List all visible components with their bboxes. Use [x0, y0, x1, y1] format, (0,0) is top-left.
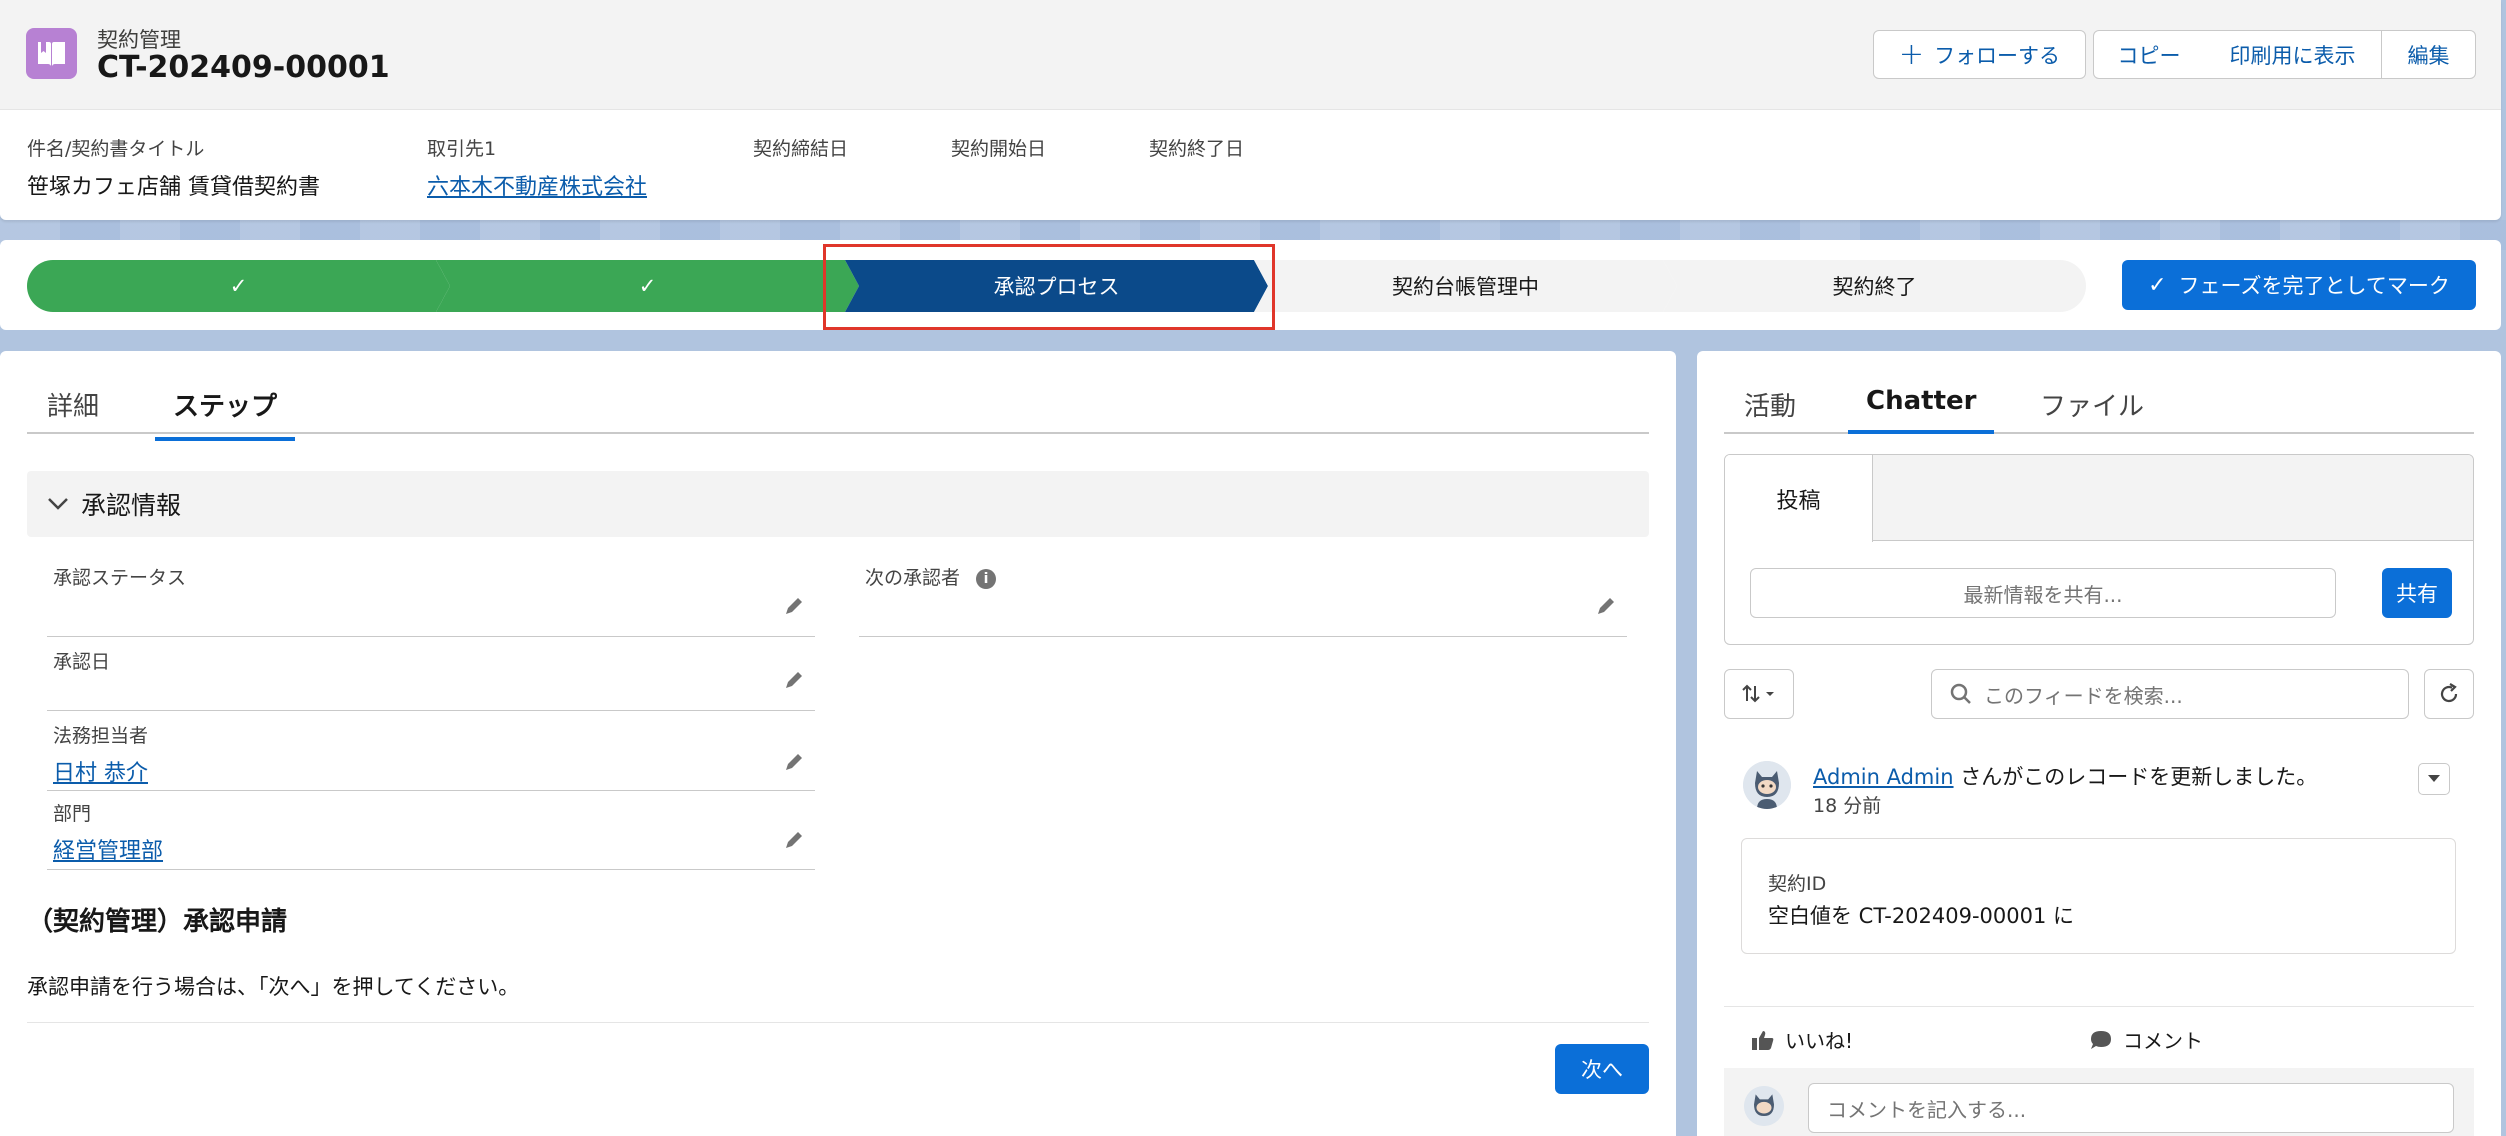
record-header-top: 契約管理 CT-202409-00001 + フォローする コピー 印刷用に表示…	[0, 0, 2501, 110]
field-legal-owner: 法務担当者 日村 恭介	[47, 711, 815, 791]
pencil-icon[interactable]	[783, 595, 805, 617]
pencil-icon[interactable]	[1595, 595, 1617, 617]
activity-panel: 活動 Chatter ファイル 投稿 最新情報を共有... 共有 このフィードを…	[1697, 351, 2501, 1136]
highlight-account-link[interactable]: 六本木不動産株式会社	[427, 169, 647, 201]
field-department: 部門 経営管理部	[47, 791, 815, 870]
refresh-icon	[2440, 683, 2458, 703]
side-tabset: 活動 Chatter ファイル	[1724, 351, 2474, 434]
field-label: 部門	[53, 803, 92, 825]
tab-steps[interactable]: ステップ	[155, 386, 296, 441]
path-stage-contract-end[interactable]: 契約終了	[1663, 260, 2086, 312]
edit-button[interactable]: 編集	[2381, 30, 2476, 79]
mark-stage-complete-button[interactable]: ✓ フェーズを完了としてマーク	[2122, 260, 2476, 310]
path-stage-approval-process[interactable]: 承認プロセス	[845, 260, 1268, 312]
sales-path: ✓ ✓ 承認プロセス 契約台帳管理中 契約終了 ✓ フェーズを完了としてマーク	[0, 240, 2501, 330]
publisher-tab-post[interactable]: 投稿	[1725, 455, 1873, 542]
highlight-end-date-label: 契約終了日	[1149, 138, 1245, 160]
department-link[interactable]: 経営管理部	[53, 833, 163, 865]
book-icon	[26, 28, 77, 79]
field-label-text: 次の承認者	[865, 567, 961, 589]
feed-item-menu-button[interactable]	[2418, 763, 2450, 795]
field-label: 承認ステータス	[53, 567, 187, 589]
highlight-account: 取引先1 六本木不動産株式会社	[427, 134, 647, 201]
comment-input[interactable]: コメントを記入する...	[1808, 1083, 2454, 1133]
path-stage-1[interactable]: ✓	[27, 260, 450, 312]
path-stage-ledger-management[interactable]: 契約台帳管理中	[1254, 260, 1677, 312]
pencil-icon[interactable]	[783, 669, 805, 691]
pencil-icon[interactable]	[783, 829, 805, 851]
tab-files[interactable]: ファイル	[2040, 386, 2144, 437]
main-tabset: 詳細 ステップ	[27, 351, 1649, 441]
tab-details[interactable]: 詳細	[47, 386, 99, 437]
like-label: いいね!	[1785, 1029, 1854, 1053]
chevron-down-icon	[47, 492, 69, 517]
approval-request-title: （契約管理）承認申請	[27, 907, 288, 937]
tracked-change-box: 契約ID 空白値を CT-202409-00001 に	[1741, 838, 2456, 954]
thumbs-up-icon	[1752, 1030, 1774, 1050]
field-label: 次の承認者 i	[865, 563, 997, 590]
info-icon[interactable]: i	[976, 568, 997, 589]
feed-search-input[interactable]: このフィードを検索...	[1931, 669, 2409, 719]
pencil-icon[interactable]	[783, 751, 805, 773]
highlight-title-value: 笹塚カフェ店舗 賃貸借契約書	[27, 175, 320, 200]
refresh-button[interactable]	[2424, 669, 2474, 719]
feed-timestamp[interactable]: 18 分前	[1813, 791, 1881, 818]
feed-search-placeholder: このフィードを検索...	[1984, 683, 2183, 708]
like-button[interactable]: いいね!	[1751, 1025, 1853, 1054]
comment-label: コメント	[2123, 1029, 2203, 1053]
chatter-publisher: 投稿 最新情報を共有... 共有	[1724, 454, 2474, 645]
field-label: 法務担当者	[53, 725, 149, 747]
follow-button[interactable]: + フォローする	[1873, 30, 2086, 79]
field-label: 承認日	[53, 651, 111, 673]
sort-icon	[1742, 684, 1774, 703]
approval-section-title: 承認情報	[81, 491, 182, 520]
search-icon	[1950, 683, 1971, 704]
highlight-title-label: 件名/契約書タイトル	[27, 138, 205, 160]
highlight-start-date-label: 契約開始日	[951, 138, 1047, 160]
check-icon: ✓	[2148, 272, 2167, 298]
field-next-approver: 次の承認者 i	[859, 563, 1627, 637]
highlight-start-date: 契約開始日	[951, 134, 1046, 169]
chevron-down-icon	[2428, 775, 2440, 782]
details-panel: 詳細 ステップ 承認情報 承認ステータス 次の承認者 i 承認日 法務担当者 日村…	[0, 351, 1676, 1136]
divider	[27, 1022, 1649, 1023]
record-header: 契約管理 CT-202409-00001 + フォローする コピー 印刷用に表示…	[0, 0, 2501, 220]
comment-icon	[2091, 1030, 2111, 1049]
field-approval-status: 承認ステータス	[47, 563, 815, 637]
approval-section-header[interactable]: 承認情報	[27, 471, 1649, 537]
highlight-end-date: 契約終了日	[1149, 134, 1244, 169]
sort-feed-button[interactable]	[1724, 669, 1794, 719]
feed-actions-bar: いいね! コメント	[1724, 1006, 2474, 1068]
avatar	[1744, 1086, 1784, 1126]
feed-item-header: Admin Admin さんがこのレコードを更新しました。	[1813, 761, 2317, 791]
printable-view-button[interactable]: 印刷用に表示	[2204, 30, 2382, 79]
feed-action-text: さんがこのレコードを更新しました。	[1960, 765, 2318, 789]
legal-owner-link[interactable]: 日村 恭介	[53, 755, 148, 787]
tab-chatter[interactable]: Chatter	[1848, 386, 1995, 434]
tracked-change-field: 契約ID	[1768, 873, 1827, 895]
copy-button[interactable]: コピー	[2093, 30, 2205, 79]
field-approval-date: 承認日	[47, 637, 815, 711]
share-button[interactable]: 共有	[2382, 568, 2452, 618]
highlight-signed-date: 契約締結日	[753, 134, 848, 169]
highlight-signed-date-label: 契約締結日	[753, 138, 849, 160]
path-stage-2[interactable]: ✓	[436, 260, 859, 312]
highlight-title: 件名/契約書タイトル 笹塚カフェ店舗 賃貸借契約書	[27, 134, 320, 201]
mark-stage-complete-label: フェーズを完了としてマーク	[2178, 274, 2450, 298]
tab-activity[interactable]: 活動	[1744, 386, 1796, 437]
share-update-input[interactable]: 最新情報を共有...	[1750, 568, 2336, 618]
comment-button[interactable]: コメント	[2089, 1025, 2203, 1054]
follow-button-label: フォローする	[1934, 43, 2061, 68]
highlight-account-label: 取引先1	[427, 138, 497, 160]
comment-bar: コメントを記入する...	[1724, 1068, 2474, 1136]
feed-author-link[interactable]: Admin Admin	[1813, 765, 1954, 789]
plus-icon: +	[1898, 36, 1925, 72]
approval-request-description: 承認申請を行う場合は、「次へ」を押してください。	[27, 975, 520, 999]
record-name: CT-202409-00001	[97, 50, 390, 85]
avatar[interactable]	[1743, 761, 1791, 809]
tracked-change-value: 空白値を CT-202409-00001 に	[1768, 904, 2075, 928]
next-button[interactable]: 次へ	[1555, 1044, 1649, 1094]
